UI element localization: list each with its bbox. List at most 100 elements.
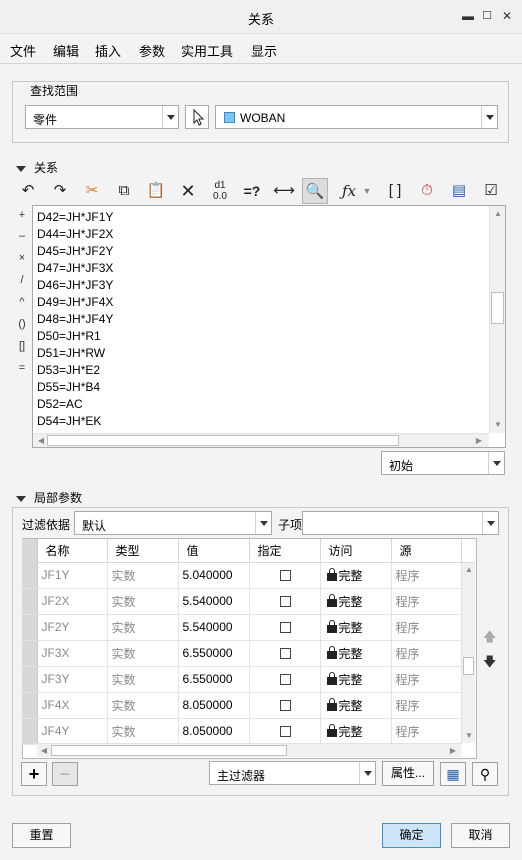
add-parameter-button[interactable]: + xyxy=(21,762,47,786)
param-name[interactable]: JF3X xyxy=(37,640,108,667)
move-up-icon[interactable]: 🡅 xyxy=(483,628,496,650)
cut-icon[interactable]: ✂ xyxy=(79,178,105,204)
close-icon[interactable]: ✕ xyxy=(499,8,515,24)
op-brackets[interactable]: [] xyxy=(15,340,29,352)
designate-checkbox[interactable] xyxy=(279,674,291,686)
copy-icon[interactable]: ⧉ xyxy=(111,178,137,204)
scroll-left-icon[interactable]: ◀ xyxy=(35,436,47,445)
param-designate[interactable] xyxy=(249,666,321,693)
designate-checkbox[interactable] xyxy=(279,648,291,660)
undo-icon[interactable]: ↶ xyxy=(15,178,41,204)
scroll-right-icon[interactable]: ▶ xyxy=(473,436,485,445)
op-parentheses[interactable]: () xyxy=(15,318,29,330)
scroll-up-icon[interactable]: ▲ xyxy=(492,209,504,218)
filter-select[interactable]: 默认 xyxy=(74,511,272,535)
main-filter-select[interactable]: 主过滤器 xyxy=(209,761,376,785)
scroll-thumb[interactable] xyxy=(463,657,474,675)
param-designate[interactable] xyxy=(249,692,321,719)
row-header[interactable] xyxy=(22,692,38,719)
dimension-icon[interactable]: ⟷ xyxy=(271,178,297,204)
param-designate[interactable] xyxy=(249,640,321,667)
param-access[interactable]: 完整 xyxy=(320,562,392,589)
remove-parameter-button[interactable]: − xyxy=(52,762,78,786)
param-designate[interactable] xyxy=(249,562,321,589)
relations-editor[interactable]: D42=JH*JF1Y D44=JH*JF2X D45=JH*JF2Y D47=… xyxy=(32,205,506,448)
minimize-icon[interactable]: ▬ xyxy=(460,8,476,24)
editor-vertical-scrollbar[interactable]: ▲ ▼ xyxy=(489,206,505,433)
designate-checkbox[interactable] xyxy=(279,726,291,738)
paste-icon[interactable]: 📋 xyxy=(143,178,169,204)
display-units-icon[interactable]: ▤ xyxy=(446,178,472,204)
column-header-name[interactable]: 名称 xyxy=(37,539,108,563)
param-value[interactable]: 8.050000 xyxy=(178,692,250,719)
child-select[interactable] xyxy=(302,511,499,535)
reset-button[interactable]: 重置 xyxy=(12,823,71,848)
scope-model-select[interactable]: WOBAN xyxy=(215,105,498,129)
param-access[interactable]: 完整 xyxy=(320,614,392,641)
op-multiply[interactable]: × xyxy=(15,252,29,264)
table-row[interactable]: JF2Y 实数 5.540000 完整 程序 xyxy=(22,614,475,641)
param-type[interactable]: 实数 xyxy=(107,718,179,745)
param-access[interactable]: 完整 xyxy=(320,692,392,719)
row-header[interactable] xyxy=(22,640,38,667)
checklist-icon[interactable]: ☑ xyxy=(478,178,504,204)
binoculars-icon[interactable]: ⚲ xyxy=(472,762,498,786)
param-source[interactable]: 程序 xyxy=(391,666,462,693)
op-power[interactable]: ^ xyxy=(15,296,29,308)
table-row[interactable]: JF4Y 实数 8.050000 完整 程序 xyxy=(22,718,475,745)
param-value[interactable]: 5.540000 xyxy=(178,614,250,641)
param-source[interactable]: 程序 xyxy=(391,614,462,641)
menu-edit[interactable]: 编辑 xyxy=(53,41,79,60)
column-header-type[interactable]: 类型 xyxy=(107,539,179,563)
param-name[interactable]: JF2Y xyxy=(37,614,108,641)
param-source[interactable]: 程序 xyxy=(391,718,462,745)
row-header[interactable] xyxy=(22,614,38,641)
move-down-icon[interactable]: 🡇 xyxy=(483,653,496,675)
op-minus[interactable]: – xyxy=(15,230,29,242)
menu-display[interactable]: 显示 xyxy=(251,41,277,60)
table-row[interactable]: JF3Y 实数 6.550000 完整 程序 xyxy=(22,666,475,693)
column-header-source[interactable]: 源 xyxy=(391,539,462,563)
scroll-down-icon[interactable]: ▼ xyxy=(463,731,475,740)
param-type[interactable]: 实数 xyxy=(107,588,179,615)
menu-file[interactable]: 文件 xyxy=(10,41,36,60)
properties-button[interactable]: 属性... xyxy=(382,761,434,786)
scroll-thumb[interactable] xyxy=(47,435,399,446)
param-value[interactable]: 5.040000 xyxy=(178,562,250,589)
table-row[interactable]: JF1Y 实数 5.040000 完整 程序 xyxy=(22,562,475,589)
column-header-designate[interactable]: 指定 xyxy=(249,539,321,563)
param-value[interactable]: 8.050000 xyxy=(178,718,250,745)
table-row[interactable]: JF4X 实数 8.050000 完整 程序 xyxy=(22,692,475,719)
ok-button[interactable]: 确定 xyxy=(382,823,441,848)
param-value[interactable]: 6.550000 xyxy=(178,640,250,667)
row-header[interactable] xyxy=(22,562,38,589)
param-access[interactable]: 完整 xyxy=(320,640,392,667)
param-access[interactable]: 完整 xyxy=(320,666,392,693)
param-source[interactable]: 程序 xyxy=(391,692,462,719)
scroll-up-icon[interactable]: ▲ xyxy=(463,565,475,574)
param-value[interactable]: 6.550000 xyxy=(178,666,250,693)
scope-type-select[interactable]: 零件 xyxy=(25,105,179,129)
table-row[interactable]: JF3X 实数 6.550000 完整 程序 xyxy=(22,640,475,667)
param-source[interactable]: 程序 xyxy=(391,588,462,615)
scroll-left-icon[interactable]: ◀ xyxy=(38,746,50,755)
designate-checkbox[interactable] xyxy=(279,622,291,634)
param-type[interactable]: 实数 xyxy=(107,640,179,667)
param-source[interactable]: 程序 xyxy=(391,562,462,589)
editor-horizontal-scrollbar[interactable]: ◀ ▶ xyxy=(33,433,489,447)
scroll-right-icon[interactable]: ▶ xyxy=(447,746,459,755)
param-type[interactable]: 实数 xyxy=(107,666,179,693)
menu-insert[interactable]: 插入 xyxy=(95,41,121,60)
row-header[interactable] xyxy=(22,588,38,615)
param-name[interactable]: JF3Y xyxy=(37,666,108,693)
param-type[interactable]: 实数 xyxy=(107,614,179,641)
grid-horizontal-scrollbar[interactable]: ◀ ▶ xyxy=(37,743,461,757)
op-divide[interactable]: / xyxy=(15,274,29,286)
param-type[interactable]: 实数 xyxy=(107,692,179,719)
row-header[interactable] xyxy=(22,666,38,693)
parameter-icon[interactable]: 🔍 xyxy=(302,178,328,204)
param-designate[interactable] xyxy=(249,588,321,615)
row-header[interactable] xyxy=(22,718,38,745)
local-params-section-header[interactable]: 局部参数 xyxy=(16,489,82,506)
designate-checkbox[interactable] xyxy=(279,570,291,582)
